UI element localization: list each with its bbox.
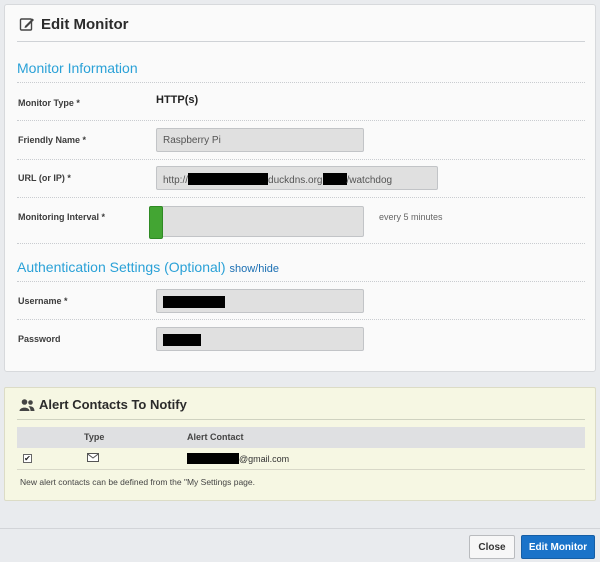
redacted-block [322,173,347,185]
authentication-heading-text: Authentication Settings (Optional) [17,259,226,275]
password-input[interactable] [156,327,364,351]
envelope-icon [87,453,99,462]
interval-value-text: every 5 minutes [379,212,443,222]
redacted-block [163,296,225,308]
alert-table-header: Type Alert Contact [17,427,585,448]
redacted-block [188,173,269,185]
friendly-name-value: Raspberry Pi [163,135,221,146]
show-hide-link[interactable]: show/hide [229,263,279,275]
monitoring-interval-label: Monitoring Interval * [18,212,106,222]
monitor-type-value[interactable]: HTTP(s) [156,94,198,106]
divider [17,319,585,320]
column-header-alert-contact: Alert Contact [187,432,244,442]
divider [17,243,585,244]
page-title: Edit Monitor [41,16,129,33]
divider [17,281,585,282]
monitor-information-heading: Monitor Information [17,60,138,76]
authentication-heading: Authentication Settings (Optional) show/… [17,259,279,275]
alert-contacts-panel: Alert Contacts To Notify Type Alert Cont… [4,387,596,501]
divider [17,197,585,198]
panel-header: Edit Monitor [17,14,585,42]
divider [17,120,585,121]
divider [17,82,585,83]
edit-monitor-button[interactable]: Edit Monitor [521,535,595,559]
users-icon [19,399,35,411]
friendly-name-label: Friendly Name * [18,135,87,145]
url-prefix: http:// [163,175,189,186]
username-input[interactable] [156,289,364,313]
alert-contacts-note: New alert contacts can be defined from t… [20,477,256,487]
dialog-footer: Close Edit Monitor [0,528,600,562]
close-button[interactable]: Close [469,535,515,559]
alert-contacts-title: Alert Contacts To Notify [39,397,187,412]
password-label: Password [18,334,61,344]
url-domain: duckdns.org [268,175,323,186]
url-label: URL (or IP) * [18,173,71,183]
email-domain: @gmail.com [239,454,290,464]
interval-slider[interactable] [149,206,364,239]
redacted-block [187,453,239,464]
monitor-type-label: Monitor Type * [18,98,80,108]
edit-icon [19,18,34,31]
divider [17,159,585,160]
alert-contact-email: @gmail.com [187,453,289,464]
friendly-name-input[interactable]: Raspberry Pi [156,128,364,152]
interval-slider-handle[interactable] [149,206,163,239]
url-input[interactable]: http:// duckdns.org/watchdog [156,166,438,190]
edit-monitor-panel: Edit Monitor Monitor Information Monitor… [4,4,596,372]
redacted-block [163,334,201,346]
alert-contact-checkbox[interactable]: ✔ [23,454,32,463]
username-label: Username * [18,296,68,306]
column-header-type: Type [84,432,105,442]
table-row: ✔ @gmail.com [17,448,585,470]
url-path: /watchdog [346,175,393,186]
alert-contacts-header: Alert Contacts To Notify [17,394,585,420]
